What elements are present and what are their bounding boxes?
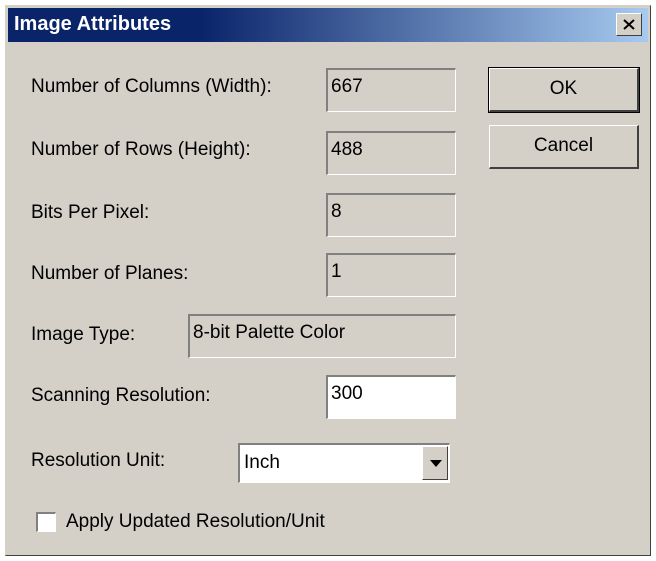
apply-updated-checkbox[interactable] [36, 512, 56, 532]
chevron-down-icon [430, 460, 442, 467]
resolution-unit-value: Inch [244, 452, 280, 473]
ok-button[interactable]: OK [488, 67, 640, 113]
close-button[interactable] [616, 13, 642, 36]
dialog-title: Image Attributes [14, 13, 172, 35]
columns-field: 667 [326, 68, 456, 112]
planes-label: Number of Planes: [31, 263, 189, 284]
resolution-unit-select[interactable]: Inch [238, 443, 450, 483]
planes-field: 1 [326, 253, 456, 297]
bits-per-pixel-label: Bits Per Pixel: [31, 202, 150, 223]
close-x-icon [623, 19, 635, 30]
rows-field: 488 [326, 131, 456, 175]
scanning-resolution-input[interactable]: 300 [326, 375, 456, 419]
rows-label: Number of Rows (Height): [31, 139, 251, 160]
resolution-unit-label: Resolution Unit: [31, 450, 166, 471]
image-type-field: 8-bit Palette Color [188, 314, 456, 358]
scanning-resolution-label: Scanning Resolution: [31, 385, 211, 406]
apply-updated-label[interactable]: Apply Updated Resolution/Unit [66, 511, 325, 533]
bits-per-pixel-field: 8 [326, 193, 456, 237]
columns-label: Number of Columns (Width): [31, 76, 272, 97]
title-bar[interactable]: Image Attributes [8, 8, 648, 42]
image-attributes-dialog: Image Attributes Number of Columns (Widt… [5, 5, 651, 556]
dropdown-button[interactable] [422, 446, 448, 480]
cancel-button[interactable]: Cancel [489, 125, 639, 169]
image-type-label: Image Type: [31, 324, 136, 345]
